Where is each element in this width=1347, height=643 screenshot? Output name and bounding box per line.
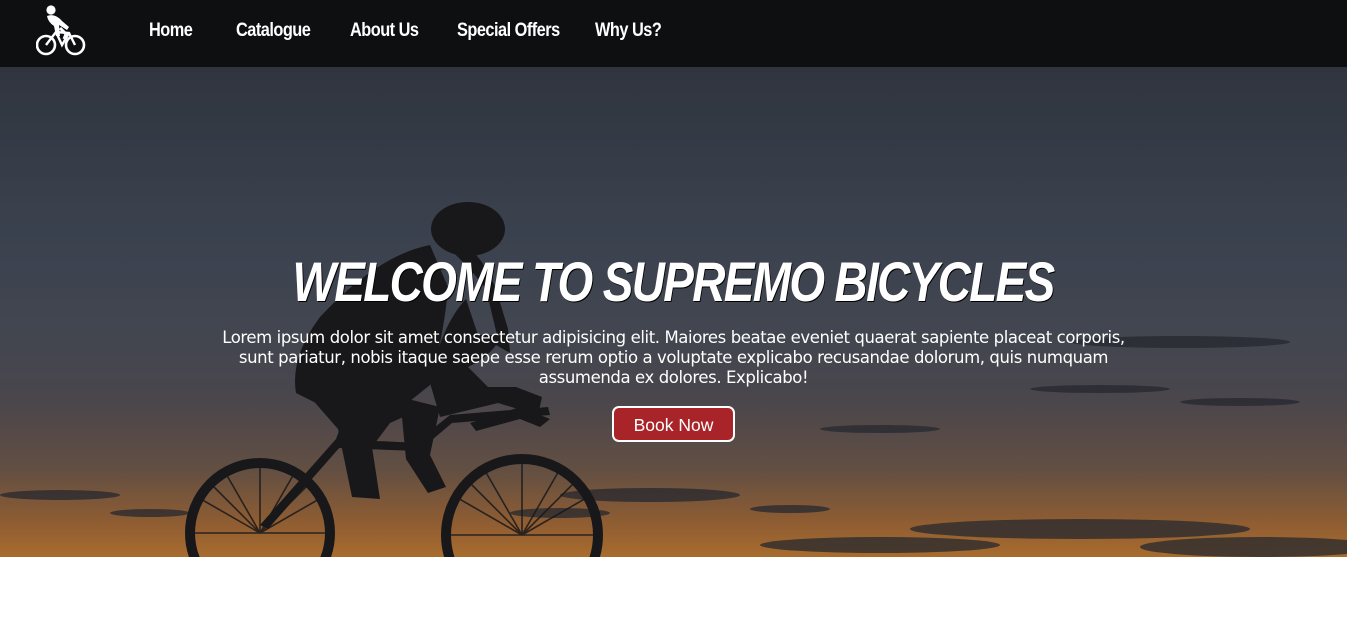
cyclist-logo-icon[interactable] [36, 4, 88, 58]
navbar: Home Catalogue About Us Special Offers W… [0, 0, 1347, 67]
book-now-button[interactable]: Book Now [611, 406, 736, 442]
nav-catalogue[interactable]: Catalogue [236, 20, 311, 42]
hero-content: WELCOME TO SUPREMO BICYCLES Lorem ipsum … [0, 249, 1347, 442]
nav-about-us[interactable]: About Us [350, 20, 419, 42]
nav-home[interactable]: Home [149, 20, 193, 42]
hero-description: Lorem ipsum dolor sit amet consectetur a… [222, 328, 1125, 387]
hero-title: WELCOME TO SUPREMO BICYCLES [292, 250, 1056, 313]
nav-special-offers[interactable]: Special Offers [457, 20, 560, 42]
hero-section: WELCOME TO SUPREMO BICYCLES Lorem ipsum … [0, 67, 1347, 557]
nav-why-us[interactable]: Why Us? [595, 20, 662, 42]
